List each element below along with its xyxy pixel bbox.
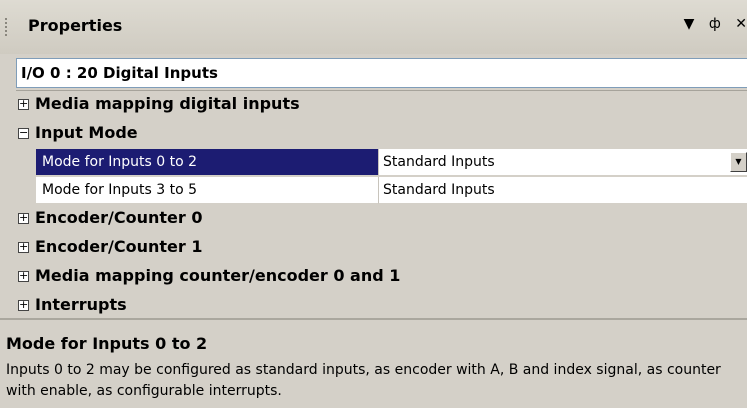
titlebar-buttons: ▼ ф ✕	[674, 16, 747, 32]
description-title: Mode for Inputs 0 to 2	[6, 334, 208, 353]
drag-grip-icon[interactable]	[5, 18, 7, 38]
property-name[interactable]: Mode for Inputs 3 to 5	[36, 177, 379, 204]
property-row-mode-inputs-0-2[interactable]: Mode for Inputs 0 to 2 Standard Inputs ▼	[16, 149, 747, 177]
dropdown-arrow-icon[interactable]: ▼	[684, 16, 695, 32]
properties-titlebar: Properties ▼ ф ✕	[0, 0, 747, 54]
category-media-mapping-counter-encoder[interactable]: + Media mapping counter/encoder 0 and 1	[16, 263, 747, 292]
object-selector-value: I/O 0 : 20 Digital Inputs	[21, 64, 218, 82]
expand-icon[interactable]: +	[18, 241, 29, 253]
property-value: Standard Inputs	[383, 154, 495, 170]
property-value-dropdown[interactable]: Standard Inputs ▼	[379, 149, 747, 176]
category-input-mode[interactable]: − Input Mode	[16, 120, 747, 149]
expand-icon[interactable]: +	[18, 270, 29, 282]
property-grid: + Media mapping digital inputs − Input M…	[16, 90, 747, 317]
category-label: Media mapping digital inputs	[35, 94, 300, 113]
category-label: Interrupts	[35, 295, 127, 314]
expand-icon[interactable]: +	[18, 212, 29, 224]
category-label: Encoder/Counter 1	[35, 237, 203, 256]
property-name[interactable]: Mode for Inputs 0 to 2	[36, 149, 379, 176]
description-pane: Mode for Inputs 0 to 2 Inputs 0 to 2 may…	[0, 318, 747, 408]
collapse-icon[interactable]: −	[18, 127, 29, 139]
property-value[interactable]: Standard Inputs	[379, 177, 747, 204]
category-label: Media mapping counter/encoder 0 and 1	[35, 266, 401, 285]
property-row-mode-inputs-3-5[interactable]: Mode for Inputs 3 to 5 Standard Inputs	[16, 177, 747, 205]
category-label: Encoder/Counter 0	[35, 208, 203, 227]
pin-icon[interactable]: ф	[709, 16, 721, 32]
chevron-down-icon[interactable]: ▼	[730, 152, 747, 172]
description-text: Inputs 0 to 2 may be configured as stand…	[6, 362, 721, 399]
category-media-mapping-digital-inputs[interactable]: + Media mapping digital inputs	[16, 91, 747, 120]
close-icon[interactable]: ✕	[735, 16, 747, 32]
category-encoder-counter-1[interactable]: + Encoder/Counter 1	[16, 234, 747, 263]
expand-icon[interactable]: +	[18, 98, 29, 110]
expand-icon[interactable]: +	[18, 299, 29, 311]
panel-title: Properties	[28, 16, 123, 35]
category-label: Input Mode	[35, 123, 138, 142]
category-encoder-counter-0[interactable]: + Encoder/Counter 0	[16, 205, 747, 234]
object-selector[interactable]: I/O 0 : 20 Digital Inputs	[16, 58, 747, 88]
category-interrupts[interactable]: + Interrupts	[16, 292, 747, 321]
